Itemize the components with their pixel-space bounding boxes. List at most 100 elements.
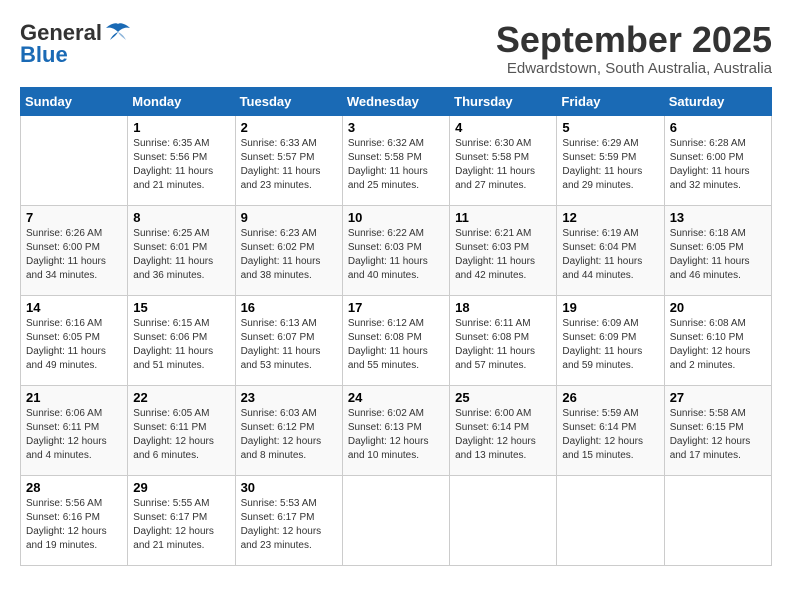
- calendar-cell: 14 Sunrise: 6:16 AMSunset: 6:05 PMDaylig…: [21, 295, 128, 385]
- calendar-cell: 23 Sunrise: 6:03 AMSunset: 6:12 PMDaylig…: [235, 385, 342, 475]
- calendar-cell: 25 Sunrise: 6:00 AMSunset: 6:14 PMDaylig…: [450, 385, 557, 475]
- calendar-cell: 3 Sunrise: 6:32 AMSunset: 5:58 PMDayligh…: [342, 115, 449, 205]
- day-number: 23: [241, 390, 337, 405]
- calendar-cell: [557, 475, 664, 565]
- calendar-cell: 28 Sunrise: 5:56 AMSunset: 6:16 PMDaylig…: [21, 475, 128, 565]
- cell-info: Sunrise: 6:11 AMSunset: 6:08 PMDaylight:…: [455, 318, 535, 371]
- calendar-cell: 5 Sunrise: 6:29 AMSunset: 5:59 PMDayligh…: [557, 115, 664, 205]
- calendar-cell: 19 Sunrise: 6:09 AMSunset: 6:09 PMDaylig…: [557, 295, 664, 385]
- cell-info: Sunrise: 6:30 AMSunset: 5:58 PMDaylight:…: [455, 138, 535, 191]
- day-number: 2: [241, 120, 337, 135]
- cell-info: Sunrise: 6:21 AMSunset: 6:03 PMDaylight:…: [455, 228, 535, 281]
- cell-info: Sunrise: 6:33 AMSunset: 5:57 PMDaylight:…: [241, 138, 321, 191]
- calendar-cell: 4 Sunrise: 6:30 AMSunset: 5:58 PMDayligh…: [450, 115, 557, 205]
- cell-info: Sunrise: 6:08 AMSunset: 6:10 PMDaylight:…: [670, 318, 751, 371]
- calendar-cell: 9 Sunrise: 6:23 AMSunset: 6:02 PMDayligh…: [235, 205, 342, 295]
- day-number: 22: [133, 390, 229, 405]
- calendar-cell: 13 Sunrise: 6:18 AMSunset: 6:05 PMDaylig…: [664, 205, 771, 295]
- calendar-cell: 30 Sunrise: 5:53 AMSunset: 6:17 PMDaylig…: [235, 475, 342, 565]
- calendar-cell: 1 Sunrise: 6:35 AMSunset: 5:56 PMDayligh…: [128, 115, 235, 205]
- day-number: 15: [133, 300, 229, 315]
- day-number: 9: [241, 210, 337, 225]
- day-number: 26: [562, 390, 658, 405]
- day-number: 19: [562, 300, 658, 315]
- cell-info: Sunrise: 5:53 AMSunset: 6:17 PMDaylight:…: [241, 498, 322, 551]
- calendar-cell: [342, 475, 449, 565]
- calendar-cell: 21 Sunrise: 6:06 AMSunset: 6:11 PMDaylig…: [21, 385, 128, 475]
- header-sunday: Sunday: [21, 87, 128, 115]
- calendar-week-5: 28 Sunrise: 5:56 AMSunset: 6:16 PMDaylig…: [21, 475, 772, 565]
- cell-info: Sunrise: 6:22 AMSunset: 6:03 PMDaylight:…: [348, 228, 428, 281]
- location: Edwardstown, South Australia, Australia: [496, 60, 772, 77]
- cell-info: Sunrise: 6:32 AMSunset: 5:58 PMDaylight:…: [348, 138, 428, 191]
- cell-info: Sunrise: 6:18 AMSunset: 6:05 PMDaylight:…: [670, 228, 750, 281]
- cell-info: Sunrise: 6:19 AMSunset: 6:04 PMDaylight:…: [562, 228, 642, 281]
- day-number: 13: [670, 210, 766, 225]
- cell-info: Sunrise: 6:23 AMSunset: 6:02 PMDaylight:…: [241, 228, 321, 281]
- day-number: 21: [26, 390, 122, 405]
- calendar-table: SundayMondayTuesdayWednesdayThursdayFrid…: [20, 87, 772, 566]
- calendar-cell: 16 Sunrise: 6:13 AMSunset: 6:07 PMDaylig…: [235, 295, 342, 385]
- calendar-cell: 7 Sunrise: 6:26 AMSunset: 6:00 PMDayligh…: [21, 205, 128, 295]
- cell-info: Sunrise: 5:59 AMSunset: 6:14 PMDaylight:…: [562, 408, 643, 461]
- calendar-cell: 12 Sunrise: 6:19 AMSunset: 6:04 PMDaylig…: [557, 205, 664, 295]
- day-number: 1: [133, 120, 229, 135]
- day-number: 12: [562, 210, 658, 225]
- calendar-cell: 26 Sunrise: 5:59 AMSunset: 6:14 PMDaylig…: [557, 385, 664, 475]
- day-number: 4: [455, 120, 551, 135]
- calendar-cell: 8 Sunrise: 6:25 AMSunset: 6:01 PMDayligh…: [128, 205, 235, 295]
- calendar-cell: 10 Sunrise: 6:22 AMSunset: 6:03 PMDaylig…: [342, 205, 449, 295]
- cell-info: Sunrise: 6:25 AMSunset: 6:01 PMDaylight:…: [133, 228, 213, 281]
- calendar-cell: 20 Sunrise: 6:08 AMSunset: 6:10 PMDaylig…: [664, 295, 771, 385]
- day-number: 10: [348, 210, 444, 225]
- cell-info: Sunrise: 6:05 AMSunset: 6:11 PMDaylight:…: [133, 408, 214, 461]
- cell-info: Sunrise: 6:26 AMSunset: 6:00 PMDaylight:…: [26, 228, 106, 281]
- cell-info: Sunrise: 6:29 AMSunset: 5:59 PMDaylight:…: [562, 138, 642, 191]
- day-number: 28: [26, 480, 122, 495]
- header-tuesday: Tuesday: [235, 87, 342, 115]
- cell-info: Sunrise: 6:06 AMSunset: 6:11 PMDaylight:…: [26, 408, 107, 461]
- day-number: 25: [455, 390, 551, 405]
- day-number: 11: [455, 210, 551, 225]
- cell-info: Sunrise: 6:13 AMSunset: 6:07 PMDaylight:…: [241, 318, 321, 371]
- cell-info: Sunrise: 6:35 AMSunset: 5:56 PMDaylight:…: [133, 138, 213, 191]
- day-number: 18: [455, 300, 551, 315]
- cell-info: Sunrise: 6:16 AMSunset: 6:05 PMDaylight:…: [26, 318, 106, 371]
- day-number: 20: [670, 300, 766, 315]
- calendar-cell: 11 Sunrise: 6:21 AMSunset: 6:03 PMDaylig…: [450, 205, 557, 295]
- cell-info: Sunrise: 5:58 AMSunset: 6:15 PMDaylight:…: [670, 408, 751, 461]
- calendar-week-2: 7 Sunrise: 6:26 AMSunset: 6:00 PMDayligh…: [21, 205, 772, 295]
- calendar-cell: 29 Sunrise: 5:55 AMSunset: 6:17 PMDaylig…: [128, 475, 235, 565]
- cell-info: Sunrise: 6:28 AMSunset: 6:00 PMDaylight:…: [670, 138, 750, 191]
- cell-info: Sunrise: 6:03 AMSunset: 6:12 PMDaylight:…: [241, 408, 322, 461]
- header-saturday: Saturday: [664, 87, 771, 115]
- header-thursday: Thursday: [450, 87, 557, 115]
- calendar-cell: 27 Sunrise: 5:58 AMSunset: 6:15 PMDaylig…: [664, 385, 771, 475]
- title-block: September 2025 Edwardstown, South Austra…: [496, 20, 772, 77]
- calendar-cell: 17 Sunrise: 6:12 AMSunset: 6:08 PMDaylig…: [342, 295, 449, 385]
- cell-info: Sunrise: 5:55 AMSunset: 6:17 PMDaylight:…: [133, 498, 214, 551]
- month-title: September 2025: [496, 20, 772, 60]
- calendar-cell: 22 Sunrise: 6:05 AMSunset: 6:11 PMDaylig…: [128, 385, 235, 475]
- cell-info: Sunrise: 6:15 AMSunset: 6:06 PMDaylight:…: [133, 318, 213, 371]
- cell-info: Sunrise: 6:02 AMSunset: 6:13 PMDaylight:…: [348, 408, 429, 461]
- day-number: 24: [348, 390, 444, 405]
- calendar-cell: 15 Sunrise: 6:15 AMSunset: 6:06 PMDaylig…: [128, 295, 235, 385]
- day-number: 8: [133, 210, 229, 225]
- cell-info: Sunrise: 5:56 AMSunset: 6:16 PMDaylight:…: [26, 498, 107, 551]
- day-number: 27: [670, 390, 766, 405]
- calendar-cell: 6 Sunrise: 6:28 AMSunset: 6:00 PMDayligh…: [664, 115, 771, 205]
- day-number: 30: [241, 480, 337, 495]
- day-number: 16: [241, 300, 337, 315]
- cell-info: Sunrise: 6:12 AMSunset: 6:08 PMDaylight:…: [348, 318, 428, 371]
- logo: General Blue: [20, 20, 132, 68]
- calendar-week-3: 14 Sunrise: 6:16 AMSunset: 6:05 PMDaylig…: [21, 295, 772, 385]
- calendar-cell: [450, 475, 557, 565]
- calendar-week-4: 21 Sunrise: 6:06 AMSunset: 6:11 PMDaylig…: [21, 385, 772, 475]
- day-number: 14: [26, 300, 122, 315]
- cell-info: Sunrise: 6:00 AMSunset: 6:14 PMDaylight:…: [455, 408, 536, 461]
- calendar-cell: 2 Sunrise: 6:33 AMSunset: 5:57 PMDayligh…: [235, 115, 342, 205]
- day-number: 3: [348, 120, 444, 135]
- page-header: General Blue September 2025 Edwardstown,…: [20, 20, 772, 77]
- calendar-cell: [664, 475, 771, 565]
